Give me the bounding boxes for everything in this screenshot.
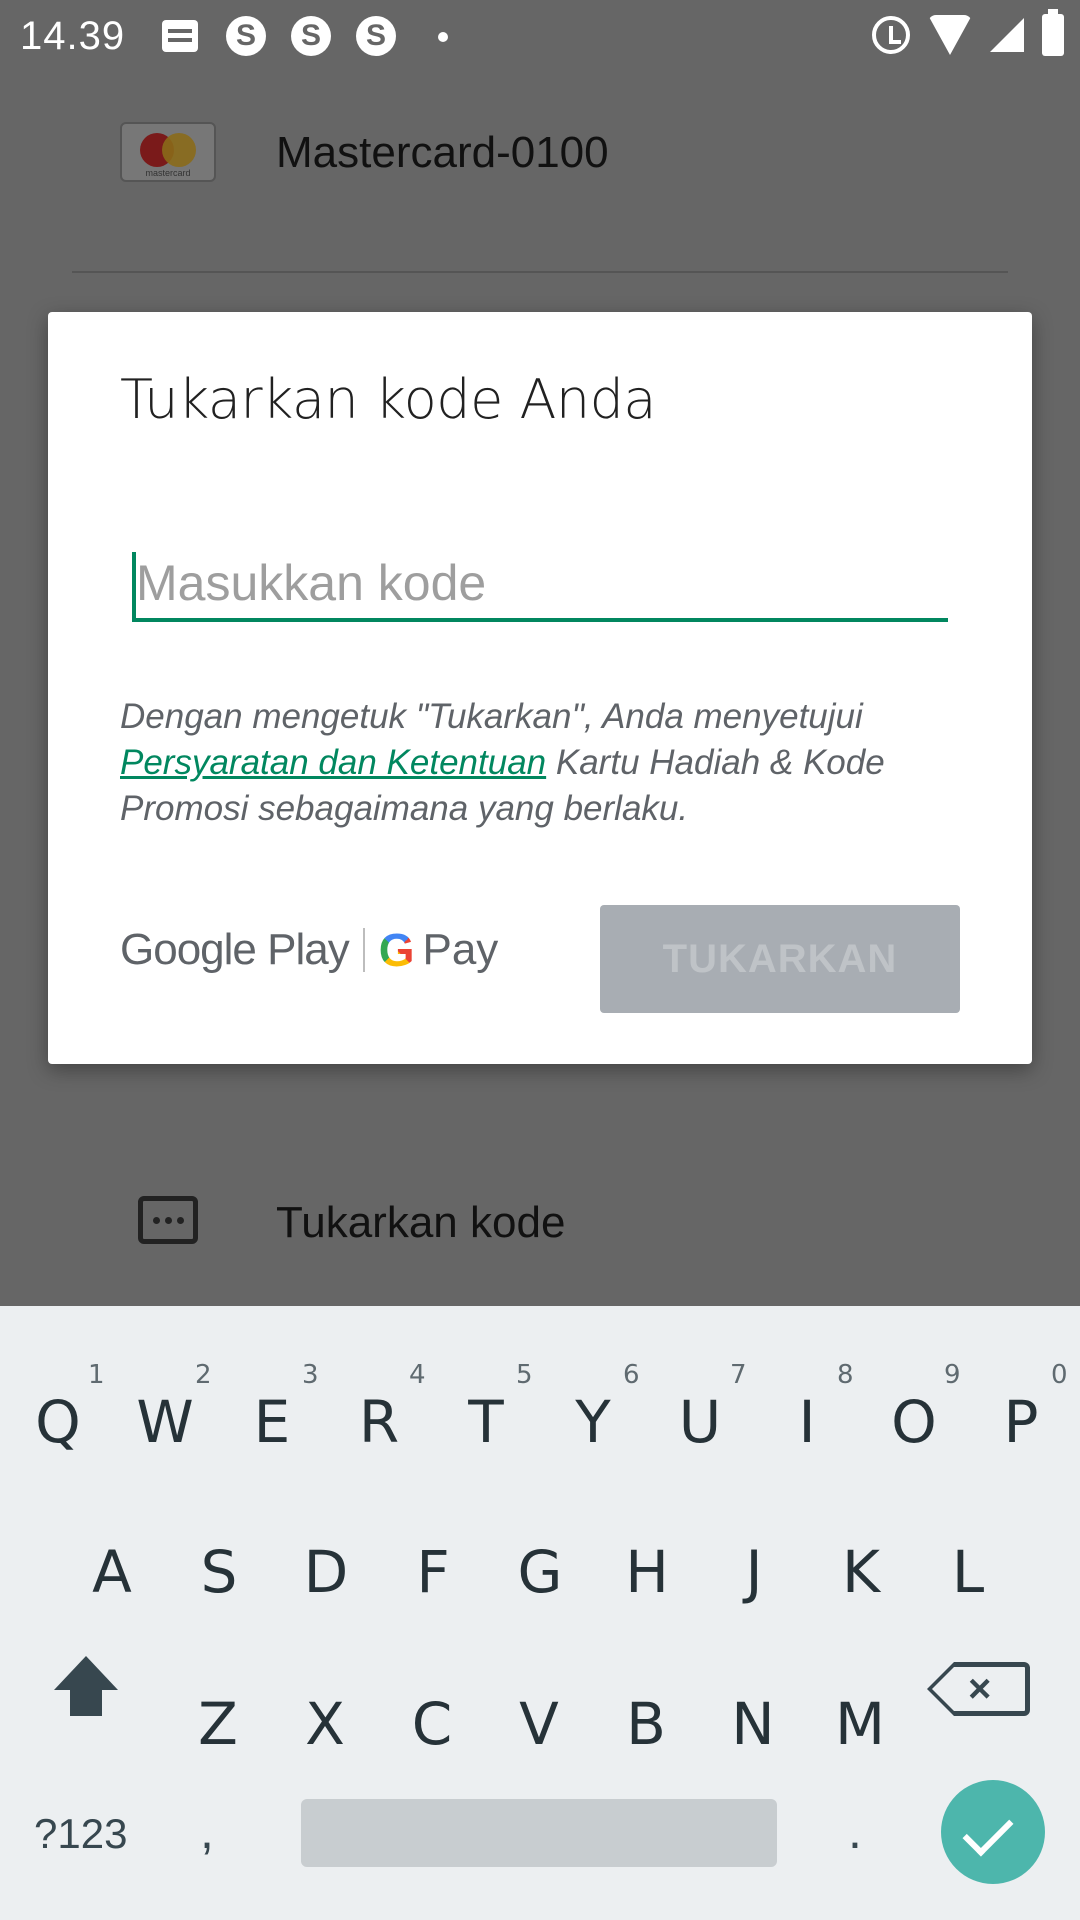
- key-hint: 7: [730, 1360, 747, 1390]
- status-time: 14.39: [20, 14, 126, 58]
- key-hint: 5: [516, 1360, 533, 1390]
- google-g-icon: G: [378, 924, 415, 976]
- mastercard-logo: mastercard: [120, 122, 216, 182]
- redeem-dialog: Tukarkan kode Anda Dengan mengetuk "Tuka…: [48, 312, 1032, 1064]
- key-a[interactable]: A: [62, 1538, 162, 1606]
- key-l[interactable]: L: [918, 1538, 1018, 1606]
- key-g[interactable]: G: [490, 1538, 590, 1606]
- key-o[interactable]: O: [864, 1388, 964, 1456]
- pay-text: Pay: [422, 925, 499, 974]
- period-key[interactable]: .: [848, 1802, 862, 1860]
- skype-icon: S: [291, 16, 331, 56]
- shift-key[interactable]: [54, 1656, 118, 1720]
- google-play-pay-logo: Google Play G Pay: [120, 920, 498, 980]
- key-hint: 2: [195, 1360, 212, 1390]
- dialog-title: Tukarkan kode Anda: [120, 368, 657, 431]
- key-hint: 0: [1051, 1360, 1068, 1390]
- key-f[interactable]: F: [383, 1538, 483, 1606]
- key-m[interactable]: M: [810, 1690, 910, 1758]
- key-c[interactable]: C: [382, 1690, 482, 1758]
- comma-key[interactable]: ,: [200, 1802, 214, 1860]
- key-hint: 1: [88, 1360, 105, 1390]
- key-z[interactable]: Z: [168, 1690, 268, 1758]
- dot-icon: [438, 32, 448, 42]
- key-hint: 8: [837, 1360, 854, 1390]
- key-e[interactable]: E: [222, 1388, 322, 1456]
- key-d[interactable]: D: [276, 1538, 376, 1606]
- battery-icon: [1042, 9, 1064, 56]
- key-x[interactable]: X: [275, 1690, 375, 1758]
- backspace-key[interactable]: ×: [927, 1662, 1030, 1716]
- key-k[interactable]: K: [811, 1538, 911, 1606]
- redeem-code-row[interactable]: Tukarkan kode: [0, 1190, 1080, 1260]
- enter-key[interactable]: [941, 1780, 1045, 1884]
- key-j[interactable]: J: [704, 1538, 804, 1606]
- key-s[interactable]: S: [169, 1538, 269, 1606]
- key-n[interactable]: N: [703, 1690, 803, 1758]
- symbols-key[interactable]: ?123: [34, 1810, 127, 1858]
- payment-method-row[interactable]: mastercard Mastercard-0100: [0, 112, 1080, 192]
- terms-link[interactable]: Persyaratan dan Ketentuan: [120, 743, 546, 782]
- divider: [72, 271, 1008, 273]
- key-u[interactable]: U: [650, 1388, 750, 1456]
- wifi-icon: [928, 15, 972, 55]
- card-name: Mastercard-0100: [276, 128, 609, 177]
- key-t[interactable]: T: [436, 1388, 536, 1456]
- key-w[interactable]: W: [115, 1388, 215, 1456]
- code-input[interactable]: [136, 548, 944, 618]
- terms-prefix: Dengan mengetuk "Tukarkan", Anda menyetu…: [120, 697, 863, 736]
- keyboard: Q1W2E3R4T5Y6U7I8O9P0 ASDFGHJKL ZXCVBNM ×…: [0, 1306, 1080, 1920]
- space-key[interactable]: [301, 1799, 777, 1867]
- key-hint: 4: [409, 1360, 426, 1390]
- message-icon: [160, 16, 200, 56]
- key-q[interactable]: Q: [8, 1388, 108, 1456]
- key-hint: 3: [302, 1360, 319, 1390]
- key-hint: 6: [623, 1360, 640, 1390]
- key-i[interactable]: I: [757, 1388, 857, 1456]
- terms-text: Dengan mengetuk "Tukarkan", Anda menyetu…: [120, 694, 940, 832]
- key-b[interactable]: B: [596, 1690, 696, 1758]
- key-hint: 9: [944, 1360, 961, 1390]
- brand-separator: [362, 928, 365, 972]
- redeem-code-label: Tukarkan kode: [276, 1198, 566, 1247]
- redeem-code-icon: [138, 1196, 198, 1244]
- code-field[interactable]: [132, 548, 948, 622]
- alarm-icon: [872, 16, 910, 54]
- signal-icon: [990, 18, 1024, 52]
- redeem-button[interactable]: TUKARKAN: [600, 905, 960, 1013]
- status-bar: 14.39 S S S: [0, 0, 1080, 72]
- key-y[interactable]: Y: [543, 1388, 643, 1456]
- google-play-text: Google Play: [120, 925, 350, 974]
- key-r[interactable]: R: [329, 1388, 429, 1456]
- key-p[interactable]: P: [971, 1388, 1071, 1456]
- key-h[interactable]: H: [597, 1538, 697, 1606]
- skype-icon: S: [226, 16, 266, 56]
- key-v[interactable]: V: [489, 1690, 589, 1758]
- skype-icon: S: [356, 16, 396, 56]
